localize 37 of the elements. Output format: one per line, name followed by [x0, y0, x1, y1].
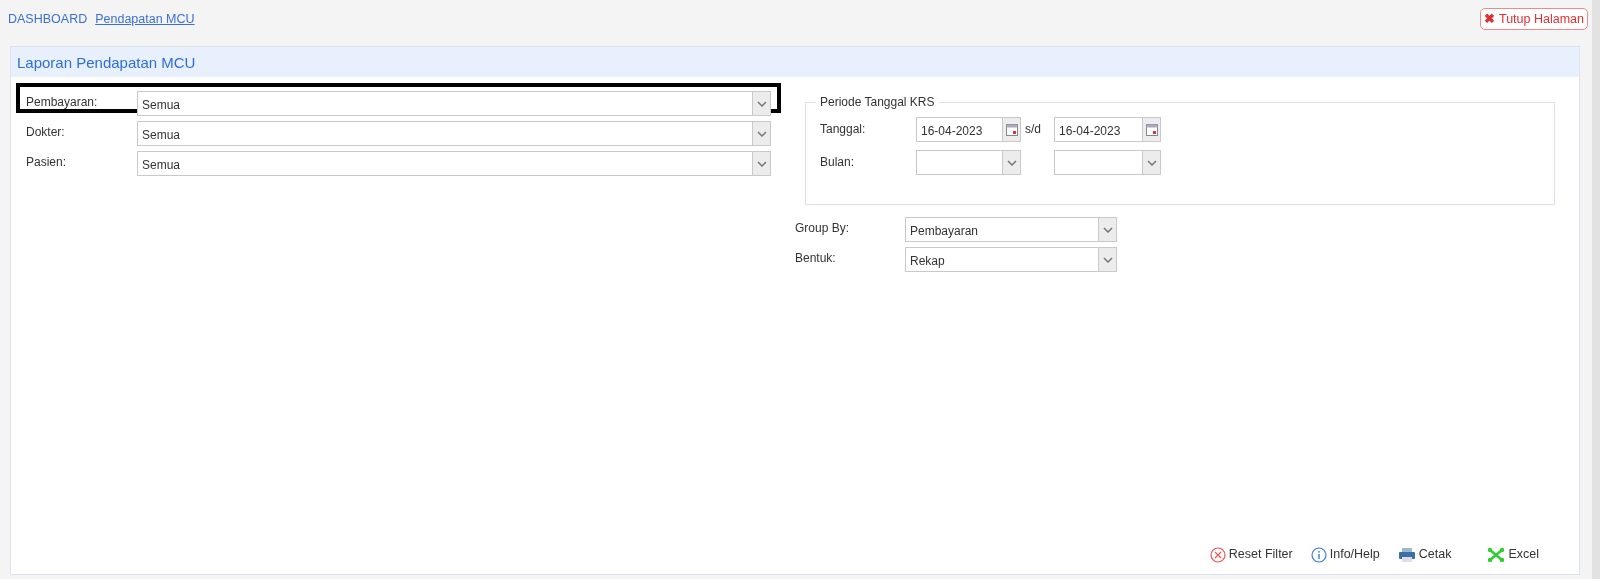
- info-icon: [1310, 546, 1327, 563]
- dropdown[interactable]: Semua: [137, 91, 771, 116]
- calendar-icon: [1005, 123, 1018, 136]
- breadcrumb-link[interactable]: DASHBOARD: [8, 9, 88, 29]
- field-label: Pasien:: [26, 154, 68, 171]
- reset-filter-button[interactable]: Reset Filter: [1209, 545, 1293, 564]
- print-button[interactable]: Cetak: [1397, 545, 1452, 564]
- caret-icon: [756, 160, 767, 167]
- caret-icon: [1006, 159, 1017, 166]
- dropdown[interactable]: Semua: [137, 151, 771, 176]
- caret-icon: [1102, 226, 1113, 233]
- date-field[interactable]: 16-04-2023: [1054, 117, 1161, 142]
- caret-icon: [1146, 159, 1157, 166]
- dropdown[interactable]: Rekap: [905, 247, 1117, 272]
- caret-icon: [1102, 256, 1113, 263]
- dropdown[interactable]: [1054, 150, 1161, 175]
- caret-icon: [756, 130, 767, 137]
- dropdown[interactable]: Semua: [137, 121, 771, 146]
- close-circle-icon: [1209, 546, 1226, 563]
- dropdown[interactable]: Pembayaran: [905, 217, 1117, 242]
- dropdown[interactable]: [916, 150, 1021, 175]
- field-label: Bulan:: [820, 154, 856, 171]
- field-label: Tanggal:: [820, 121, 867, 138]
- excel-button[interactable]: Excel: [1487, 545, 1539, 564]
- field-label: Group By:: [795, 220, 851, 237]
- calendar-icon: [1145, 123, 1158, 136]
- close-page-button[interactable]: ✖ Tutup Halaman: [1480, 8, 1588, 30]
- printer-icon: [1397, 546, 1416, 563]
- field-label: Bentuk:: [795, 250, 837, 267]
- caret-icon: [756, 100, 767, 107]
- help-button[interactable]: Info/Help: [1310, 545, 1380, 564]
- range-separator: s/d: [1024, 121, 1042, 138]
- field-label: Dokter:: [26, 124, 66, 141]
- field-label: Pembayaran:: [26, 94, 99, 111]
- date-field[interactable]: 16-04-2023: [916, 117, 1021, 142]
- panel-title: Laporan Pendapatan MCU: [11, 47, 1579, 77]
- breadcrumb-link[interactable]: Pendapatan MCU: [95, 9, 195, 29]
